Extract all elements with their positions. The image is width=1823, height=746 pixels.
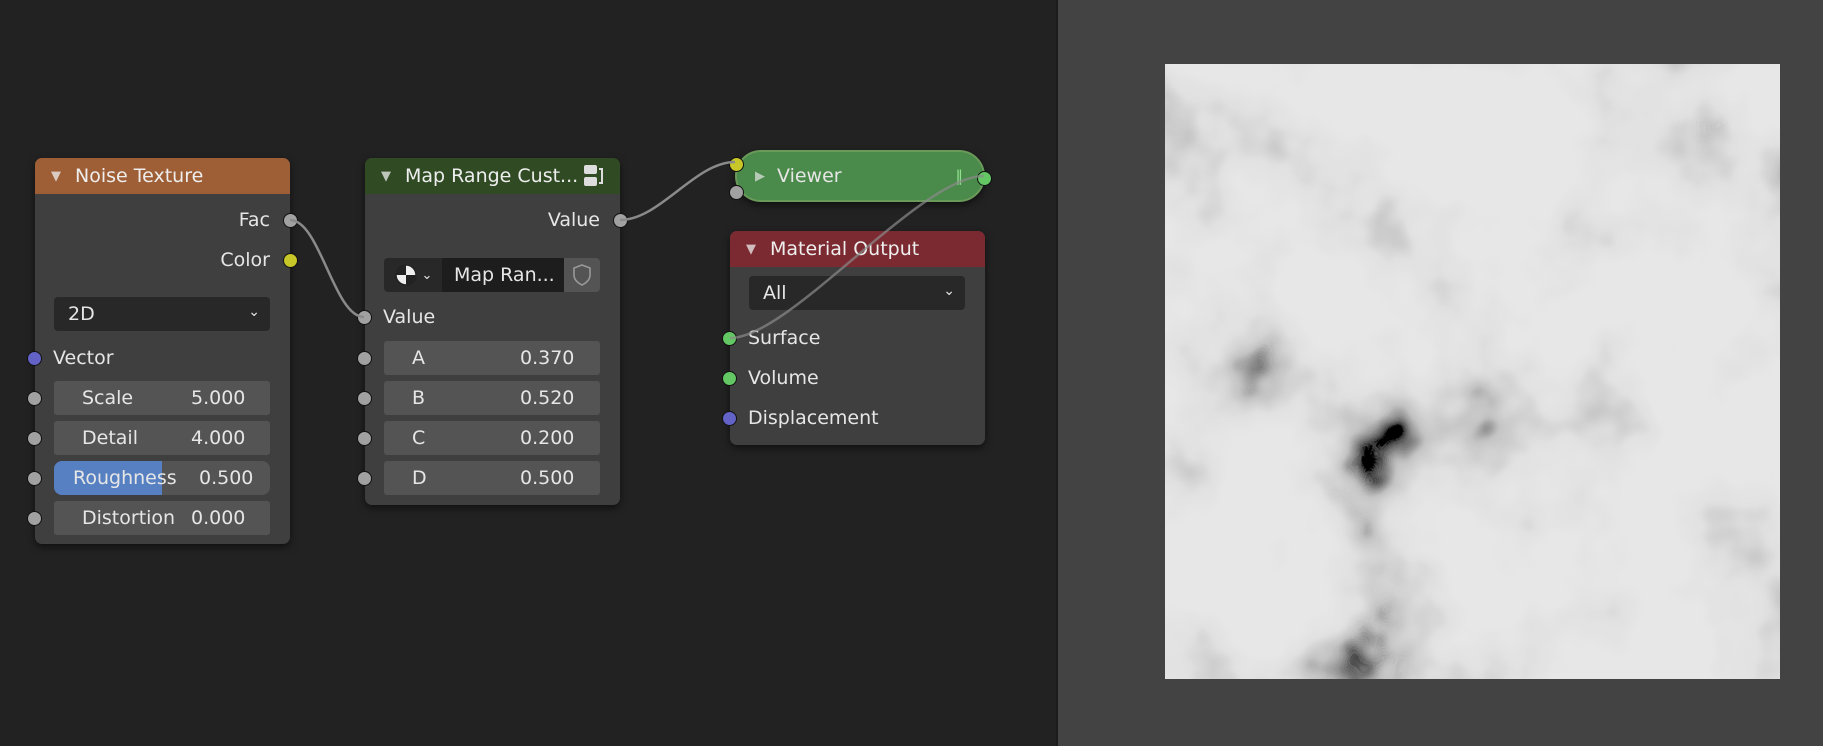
viewer-input-socket-2[interactable] (729, 184, 744, 200)
input-surface: Surface (722, 321, 985, 355)
viewer-input-socket[interactable] (729, 156, 744, 172)
chevron-down-icon: ⌄ (248, 304, 260, 320)
socket-label: Color (220, 249, 270, 271)
input-volume: Volume (722, 361, 985, 395)
a-socket[interactable] (357, 350, 372, 366)
map-range-node[interactable]: ▼ Map Range Cust... Value ⌄ Map Ran... V… (357, 158, 628, 505)
node-title: Material Output (770, 238, 920, 260)
socket-label: Displacement (748, 407, 879, 429)
input-vector: Vector (27, 341, 290, 375)
d-socket[interactable] (357, 470, 372, 486)
b-socket[interactable] (357, 390, 372, 406)
viewer-node[interactable]: ▶ Viewer ‖ (729, 150, 992, 202)
node-header[interactable]: ▼ Noise Texture (35, 158, 290, 194)
roughness-slider[interactable]: Roughness 0.500 (54, 461, 270, 495)
field-value: 5.000 (191, 387, 246, 409)
shield-icon (573, 264, 591, 286)
roughness-socket[interactable] (27, 470, 42, 486)
noise-preview-image (1165, 64, 1780, 679)
field-label: Detail (82, 427, 138, 449)
field-label: Scale (82, 387, 134, 409)
link-fac-to-value (289, 218, 365, 319)
volume-socket[interactable] (722, 370, 737, 386)
a-field[interactable]: A 0.370 (384, 341, 600, 375)
field-label: Roughness (73, 467, 177, 489)
output-color: Color (35, 243, 298, 277)
input-displacement: Displacement (722, 401, 985, 435)
field-value: 0.370 (520, 347, 575, 369)
input-value: Value (357, 300, 620, 334)
viewer-output-socket[interactable] (977, 170, 992, 186)
material-output-node[interactable]: ▼ Material Output All ⌄ Surface Volume D… (722, 231, 985, 445)
dropdown-value: All (763, 282, 787, 304)
target-dropdown[interactable]: All ⌄ (749, 276, 965, 310)
field-value: 4.000 (191, 427, 246, 449)
dimensions-dropdown[interactable]: 2D ⌄ (54, 297, 270, 331)
node-header[interactable]: ▼ Map Range Cust... (365, 158, 620, 194)
dropdown-value: 2D (68, 303, 95, 325)
browse-group-button[interactable]: ⌄ (384, 258, 442, 292)
field-value: 0.000 (191, 507, 246, 529)
field-value: 0.520 (520, 387, 575, 409)
node-title: Map Range Cust... (405, 165, 579, 187)
socket-label: Value (383, 306, 436, 328)
node-title: Viewer (777, 165, 842, 187)
field-label: A (412, 347, 425, 369)
link-value-to-viewer (619, 160, 736, 222)
fake-user-button[interactable] (564, 258, 600, 292)
socket-label: Surface (748, 327, 821, 349)
color-socket[interactable] (283, 252, 298, 268)
node-group-icon[interactable] (582, 163, 604, 189)
hidden-sockets-icon: ‖ (955, 167, 964, 185)
node-editor[interactable]: ▼ Noise Texture Fac Color 2D ⌄ Vector Sc… (0, 0, 1056, 746)
expand-triangle-icon[interactable]: ▶ (755, 169, 765, 184)
displacement-socket[interactable] (722, 410, 737, 426)
group-name: Map Ran... (454, 264, 555, 286)
chevron-down-icon: ⌄ (421, 267, 433, 283)
surface-socket[interactable] (722, 330, 737, 346)
collapse-triangle-icon[interactable]: ▼ (746, 242, 756, 257)
detail-socket[interactable] (27, 430, 42, 446)
scale-socket[interactable] (27, 390, 42, 406)
field-label: B (412, 387, 426, 409)
field-label: Distortion (82, 507, 176, 529)
output-value: Value (365, 203, 628, 237)
group-name-field[interactable]: Map Ran... (442, 258, 564, 292)
chevron-down-icon: ⌄ (943, 283, 955, 299)
image-viewer-panel[interactable] (1056, 0, 1823, 746)
node-tree-icon (394, 264, 417, 286)
field-value: 0.500 (199, 467, 254, 489)
detail-field[interactable]: Detail 4.000 (54, 421, 270, 455)
scale-field[interactable]: Scale 5.000 (54, 381, 270, 415)
field-label: C (412, 427, 426, 449)
c-field[interactable]: C 0.200 (384, 421, 600, 455)
node-header[interactable]: ▼ Material Output (730, 231, 985, 267)
socket-label: Volume (748, 367, 819, 389)
node-group-selector: ⌄ Map Ran... (384, 258, 600, 292)
fac-socket[interactable] (283, 212, 298, 228)
field-value: 0.200 (520, 427, 575, 449)
distortion-field[interactable]: Distortion 0.000 (54, 501, 270, 535)
collapse-triangle-icon[interactable]: ▼ (381, 169, 391, 184)
d-field[interactable]: D 0.500 (384, 461, 600, 495)
socket-label: Fac (238, 209, 270, 231)
b-field[interactable]: B 0.520 (384, 381, 600, 415)
field-label: D (412, 467, 427, 489)
vector-socket[interactable] (27, 350, 42, 366)
c-socket[interactable] (357, 430, 372, 446)
socket-label: Vector (53, 347, 114, 369)
distortion-socket[interactable] (27, 510, 42, 526)
value-input-socket[interactable] (357, 309, 372, 325)
node-title: Noise Texture (75, 165, 204, 187)
noise-texture-node[interactable]: ▼ Noise Texture Fac Color 2D ⌄ Vector Sc… (27, 158, 298, 544)
socket-label: Value (547, 209, 600, 231)
field-value: 0.500 (520, 467, 575, 489)
output-fac: Fac (35, 203, 298, 237)
value-output-socket[interactable] (613, 212, 628, 228)
collapse-triangle-icon[interactable]: ▼ (51, 169, 61, 184)
